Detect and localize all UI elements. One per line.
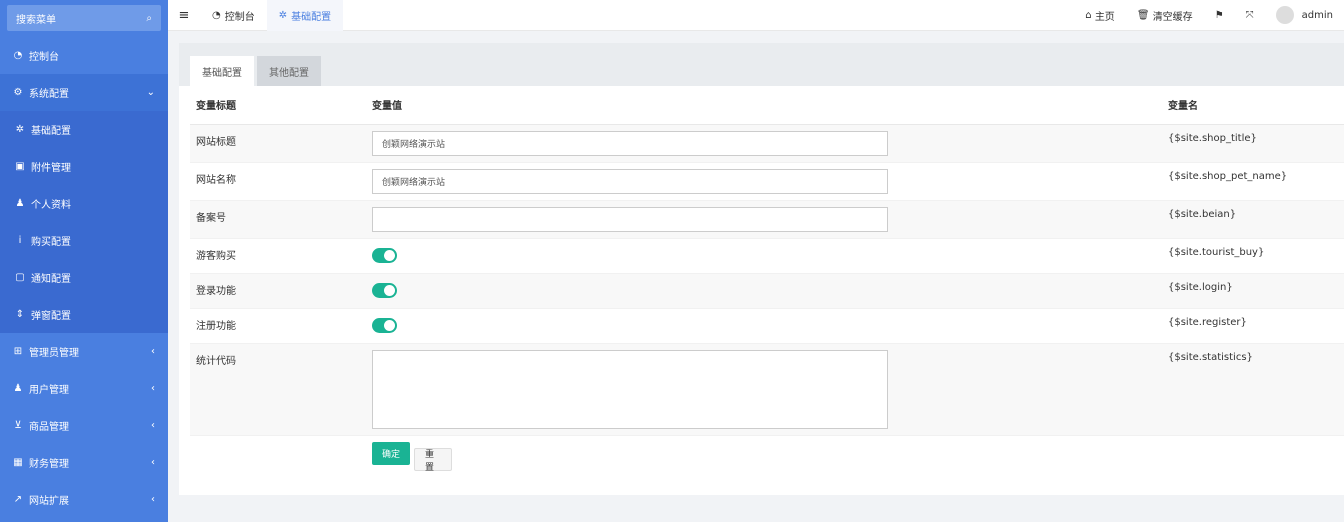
home-icon: ⌂ <box>1085 9 1095 21</box>
avatar <box>1275 6 1294 24</box>
cogs-icon: ⚙ <box>13 87 23 98</box>
statistics-textarea[interactable] <box>372 349 888 429</box>
register-toggle[interactable] <box>372 317 397 333</box>
sidebar-item-goods[interactable]: ⊻ 商品管理 ‹ <box>0 407 168 444</box>
tab-other[interactable]: 其他配置 <box>257 56 321 86</box>
sidebar-item-extend[interactable]: ↗ 网站扩展 ‹ <box>0 481 168 518</box>
chevron-left-icon: ‹ <box>151 346 155 357</box>
sort-icon: ⇕ <box>15 309 25 320</box>
gear-icon: ✲ <box>15 124 25 135</box>
file-icon: ▣ <box>15 161 25 172</box>
menu-toggle-icon[interactable]: ≡ <box>168 8 200 23</box>
site-name-input[interactable]: 创颖网络演示站 <box>372 168 888 194</box>
search-icon[interactable]: ⌕ <box>146 13 152 24</box>
table-row: 网站名称 创颖网络演示站 {$site.shop_pet_name} <box>190 162 1344 201</box>
config-table: 变量标题 变量值 变量名 网站标题 创颖网络演示站 {$site.shop_ti… <box>190 86 1344 475</box>
trash-icon: 🗑 <box>1136 9 1153 21</box>
sidebar-subitem-profile[interactable]: ♟ 个人资料 <box>0 185 168 222</box>
sidebar-subitem-basic[interactable]: ✲ 基础配置 <box>0 111 168 148</box>
info-icon: ⅰ <box>18 235 22 246</box>
home-link[interactable]: ⌂ 主页 <box>1074 8 1126 23</box>
sidebar-search-label: 搜索菜单 <box>16 14 56 26</box>
language-icon[interactable]: ⚑ <box>1204 10 1235 21</box>
user-icon: ♟ <box>15 198 25 209</box>
cart-icon: ⊻ <box>14 420 22 431</box>
chevron-left-icon: ‹ <box>151 383 155 394</box>
table-row: 备案号 {$site.beian} <box>190 200 1344 239</box>
table-row: 统计代码 {$site.statistics} <box>190 343 1344 436</box>
beian-input[interactable] <box>372 206 888 232</box>
sidebar-subitem-popup[interactable]: ⇕ 弹窗配置 <box>0 296 168 333</box>
gear-icon: ✲ <box>278 9 288 21</box>
sidebar-subitem-notify[interactable]: ▢ 通知配置 <box>0 259 168 296</box>
chevron-left-icon: ‹ <box>151 457 155 468</box>
external-link-icon: ↗ <box>13 494 23 505</box>
site-title-input[interactable]: 创颖网络演示站 <box>372 130 888 156</box>
fullscreen-icon[interactable]: ⤧ <box>1235 10 1265 21</box>
sidebar-subitem-purchase[interactable]: ⅰ 购买配置 <box>0 222 168 259</box>
reset-button[interactable]: 重置 <box>414 448 452 473</box>
confirm-button[interactable]: 确定 <box>372 441 410 465</box>
header-value: 变量值 <box>366 86 1162 125</box>
sidebar-item-system[interactable]: ⚙ 系统配置 ⌄ <box>0 74 168 111</box>
sidebar-item-finance[interactable]: ▦ 财务管理 ‹ <box>0 444 168 481</box>
tab-basic-config[interactable]: ✲ 基础配置 <box>266 0 344 31</box>
table-row: 游客购买 {$site.tourist_buy} <box>190 238 1344 274</box>
chat-icon: ▢ <box>15 272 25 283</box>
finance-icon: ▦ <box>13 457 23 468</box>
chevron-left-icon: ‹ <box>151 420 155 431</box>
tab-dashboard[interactable]: ◔ 控制台 <box>200 0 267 31</box>
chevron-left-icon: ‹ <box>151 494 155 505</box>
sidebar-search[interactable]: 搜索菜单 ⌕ <box>7 5 161 31</box>
header-name: 变量名 <box>1162 86 1344 125</box>
clear-cache-link[interactable]: 🗑 清空缓存 <box>1126 8 1204 23</box>
topbar: ≡ ◔ 控制台 ✲ 基础配置 ⌂ 主页 🗑 清空缓存 ⚑ ⤧ admin <box>168 0 1344 31</box>
chevron-down-icon: ⌄ <box>146 87 155 98</box>
windows-icon: ⊞ <box>13 346 23 357</box>
sidebar-item-users[interactable]: ♟ 用户管理 ‹ <box>0 370 168 407</box>
dashboard-icon: ◔ <box>212 9 221 21</box>
sidebar-submenu: ✲ 基础配置 ▣ 附件管理 ♟ 个人资料 ⅰ 购买配置 ▢ 通知配置 ⇕ 弹窗配置 <box>0 111 168 333</box>
sidebar-item-dashboard[interactable]: ◔ 控制台 <box>0 37 168 74</box>
user-menu[interactable]: admin <box>1265 6 1344 24</box>
config-card: 基础配置 其他配置 变量标题 变量值 变量名 网站标题 创颖网络演示站 {$si… <box>179 43 1344 495</box>
sidebar-item-admin[interactable]: ⊞ 管理员管理 ‹ <box>0 333 168 370</box>
login-toggle[interactable] <box>372 282 397 298</box>
tab-basic[interactable]: 基础配置 <box>190 56 254 86</box>
table-row: 网站标题 创颖网络演示站 {$site.shop_title} <box>190 124 1344 163</box>
table-row: 登录功能 {$site.login} <box>190 273 1344 309</box>
header-title: 变量标题 <box>190 86 366 125</box>
table-row: 注册功能 {$site.register} <box>190 308 1344 344</box>
sidebar-subitem-attachment[interactable]: ▣ 附件管理 <box>0 148 168 185</box>
user-icon: ♟ <box>13 383 23 394</box>
dashboard-icon: ◔ <box>13 50 23 61</box>
tourist-buy-toggle[interactable] <box>372 247 397 263</box>
sidebar: 搜索菜单 ⌕ ◔ 控制台 ⚙ 系统配置 ⌄ ✲ 基础配置 ▣ 附件管理 ♟ 个人资料 ⅰ 购买… <box>0 0 168 522</box>
